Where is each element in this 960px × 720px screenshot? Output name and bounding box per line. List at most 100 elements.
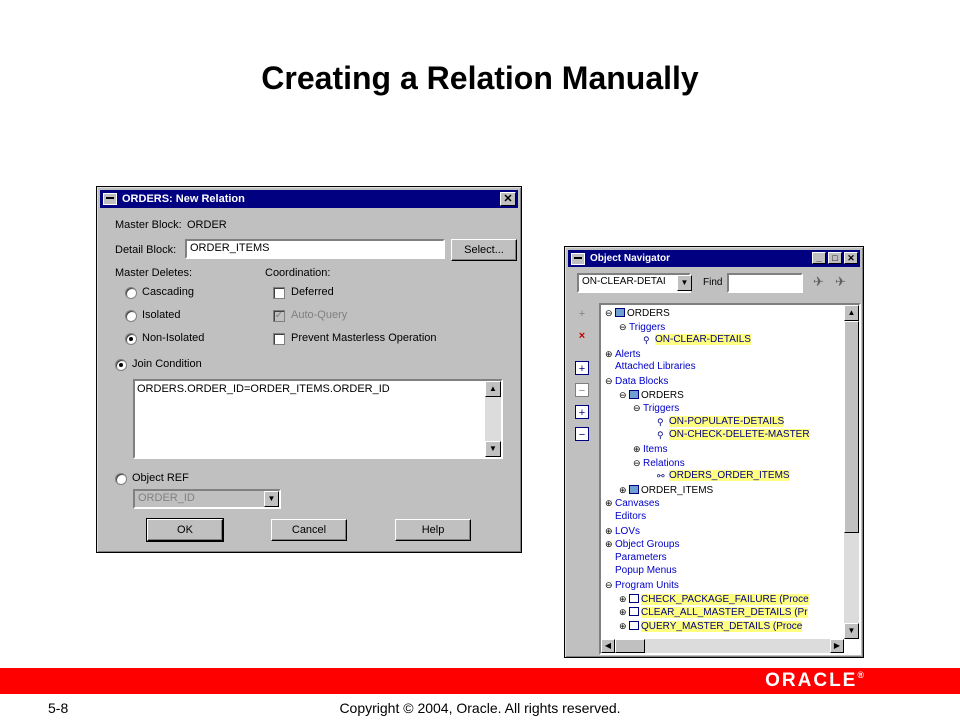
window-menu-icon[interactable]: [571, 252, 585, 265]
tree-node[interactable]: Popup Menus: [605, 565, 677, 577]
collapse-node-icon[interactable]: ⊖: [619, 389, 629, 401]
find-next-icon[interactable]: ✈: [813, 274, 824, 290]
tree-node[interactable]: Attached Libraries: [605, 361, 696, 373]
object-ref-radio[interactable]: [115, 473, 127, 485]
join-condition-text: ORDERS.ORDER_ID=ORDER_ITEMS.ORDER_ID: [137, 383, 390, 395]
expand-all-icon[interactable]: +: [575, 405, 589, 419]
scroll-up-icon[interactable]: ▲: [485, 381, 501, 397]
collapse-node-icon[interactable]: ⊖: [605, 579, 615, 591]
expand-node-icon[interactable]: ⊕: [619, 593, 629, 605]
tree-node-label: ON-CLEAR-DETAILS: [655, 334, 751, 346]
join-condition-radio[interactable]: [115, 359, 127, 371]
deferred-checkbox[interactable]: [273, 287, 285, 299]
scroll-right-icon[interactable]: ▶: [830, 639, 844, 653]
find-previous-icon[interactable]: ✈: [835, 274, 846, 290]
prevent-masterless-label[interactable]: Prevent Masterless Operation: [291, 332, 437, 344]
scroll-down-icon[interactable]: ▼: [485, 441, 501, 457]
collapse-node-icon[interactable]: ⊖: [605, 307, 615, 319]
tree-node[interactable]: ⚲ ON-POPULATE-DETAILS: [647, 415, 785, 428]
cascading-radio[interactable]: [125, 287, 137, 299]
expand-node-icon[interactable]: ⊕: [605, 538, 615, 550]
expand-node-icon[interactable]: ⊕: [605, 348, 615, 360]
detail-block-field[interactable]: ORDER_ITEMS: [185, 239, 445, 259]
minimize-icon[interactable]: _: [812, 252, 826, 264]
expand-node-icon[interactable]: ⊕: [605, 525, 615, 537]
tree-node[interactable]: ⊕ QUERY_MASTER_DETAILS (Proce: [619, 620, 803, 633]
tree-node[interactable]: ⊕ Canvases: [605, 497, 659, 510]
collapse-all-icon[interactable]: −: [575, 427, 589, 441]
trigger-icon: ⚲: [657, 416, 664, 427]
chevron-down-icon[interactable]: ▼: [677, 275, 692, 291]
navigator-search-combo[interactable]: ON-CLEAR-DETAI: [577, 273, 691, 293]
cancel-button[interactable]: Cancel: [271, 519, 347, 541]
expand-node-icon[interactable]: ⊕: [633, 443, 643, 455]
tree-node[interactable]: ⚲ ON-CHECK-DELETE-MASTER: [647, 429, 810, 441]
tree-node[interactable]: ⊕ LOVs: [605, 525, 640, 538]
expand-icon[interactable]: +: [575, 361, 589, 375]
tree-node[interactable]: ⊖ Triggers: [633, 402, 679, 415]
non-isolated-label[interactable]: Non-Isolated: [142, 332, 204, 344]
tree-node-label: Parameters: [615, 551, 667, 563]
scroll-down-icon[interactable]: ▼: [844, 623, 859, 639]
non-isolated-radio[interactable]: [125, 333, 137, 345]
detail-block-label: Detail Block:: [115, 244, 177, 256]
window-menu-icon[interactable]: [103, 193, 117, 205]
tree-node-label: Attached Libraries: [615, 361, 696, 373]
isolated-label[interactable]: Isolated: [142, 309, 181, 321]
join-condition-field[interactable]: ORDERS.ORDER_ID=ORDER_ITEMS.ORDER_ID ▲ ▼: [133, 379, 503, 459]
scroll-thumb[interactable]: [615, 639, 645, 653]
collapse-node-icon[interactable]: ⊖: [619, 321, 629, 333]
tree-vertical-scrollbar[interactable]: ▲ ▼: [844, 305, 859, 639]
help-button[interactable]: Help: [395, 519, 471, 541]
tree-node[interactable]: ⊖ Relations: [633, 457, 685, 470]
chevron-down-icon: ▼: [264, 491, 279, 507]
tree-node[interactable]: ⊕ CLEAR_ALL_MASTER_DETAILS (Pr: [619, 606, 808, 619]
navigator-tree[interactable]: ⊖ ORDERS ⊖ Triggers ⚲ ON-CLEAR-DETAILS ⊕ Alerts…: [599, 303, 861, 655]
collapse-node-icon[interactable]: ⊖: [605, 375, 615, 387]
collapse-node-icon[interactable]: ⊖: [633, 402, 643, 414]
expand-node-icon[interactable]: ⊕: [619, 484, 629, 496]
cascading-label[interactable]: Cascading: [142, 286, 194, 298]
tree-node[interactable]: ⊖ ORDERS: [605, 307, 670, 320]
create-icon[interactable]: +: [575, 307, 589, 321]
tree-node[interactable]: ⊕ Object Groups: [605, 538, 679, 551]
isolated-radio[interactable]: [125, 310, 137, 322]
ok-button[interactable]: OK: [146, 518, 224, 542]
scroll-thumb[interactable]: [844, 321, 859, 533]
tree-horizontal-scrollbar[interactable]: ◀ ▶: [601, 639, 844, 653]
tree-node[interactable]: ⊖ ORDERS: [619, 389, 684, 402]
master-block-label: Master Block:: [115, 219, 182, 231]
tree-node[interactable]: ⚯ ORDERS_ORDER_ITEMS: [647, 470, 790, 482]
tree-node[interactable]: ⚲ ON-CLEAR-DETAILS: [633, 334, 751, 346]
select-button[interactable]: Select...: [451, 239, 517, 261]
dialog-titlebar[interactable]: ORDERS: New Relation ✕: [100, 190, 518, 208]
tree-node[interactable]: ⊕ Items: [633, 443, 667, 456]
deferred-label[interactable]: Deferred: [291, 286, 334, 298]
delete-icon[interactable]: ×: [575, 329, 589, 343]
close-icon[interactable]: ✕: [500, 192, 516, 206]
tree-node[interactable]: ⊖ Program Units: [605, 579, 679, 592]
join-condition-scrollbar[interactable]: ▲ ▼: [485, 381, 501, 457]
maximize-icon[interactable]: □: [828, 252, 842, 264]
find-field[interactable]: [727, 273, 803, 293]
navigator-titlebar[interactable]: Object Navigator _ □ ✕: [568, 250, 860, 267]
tree-node[interactable]: ⊕ ORDER_ITEMS: [619, 484, 713, 497]
tree-node-label: Triggers: [629, 321, 666, 333]
expand-node-icon[interactable]: ⊕: [605, 497, 615, 509]
tree-node[interactable]: Editors: [605, 511, 646, 523]
scroll-left-icon[interactable]: ◀: [601, 639, 615, 653]
collapse-icon[interactable]: −: [575, 383, 589, 397]
close-icon[interactable]: ✕: [844, 252, 858, 264]
tree-node[interactable]: Parameters: [605, 552, 667, 564]
tree-node[interactable]: ⊖ Data Blocks: [605, 375, 668, 388]
expand-node-icon[interactable]: ⊕: [619, 606, 629, 618]
join-condition-label[interactable]: Join Condition: [132, 358, 202, 370]
prevent-masterless-checkbox[interactable]: [273, 333, 285, 345]
collapse-node-icon[interactable]: ⊖: [633, 457, 643, 469]
scroll-up-icon[interactable]: ▲: [844, 305, 859, 321]
expand-node-icon[interactable]: ⊕: [619, 620, 629, 632]
tree-node[interactable]: ⊕ CHECK_PACKAGE_FAILURE (Proce: [619, 593, 809, 606]
tree-node[interactable]: ⊕ Alerts: [605, 348, 641, 361]
tree-node[interactable]: ⊖ Triggers: [619, 321, 665, 334]
object-ref-label[interactable]: Object REF: [132, 472, 189, 484]
